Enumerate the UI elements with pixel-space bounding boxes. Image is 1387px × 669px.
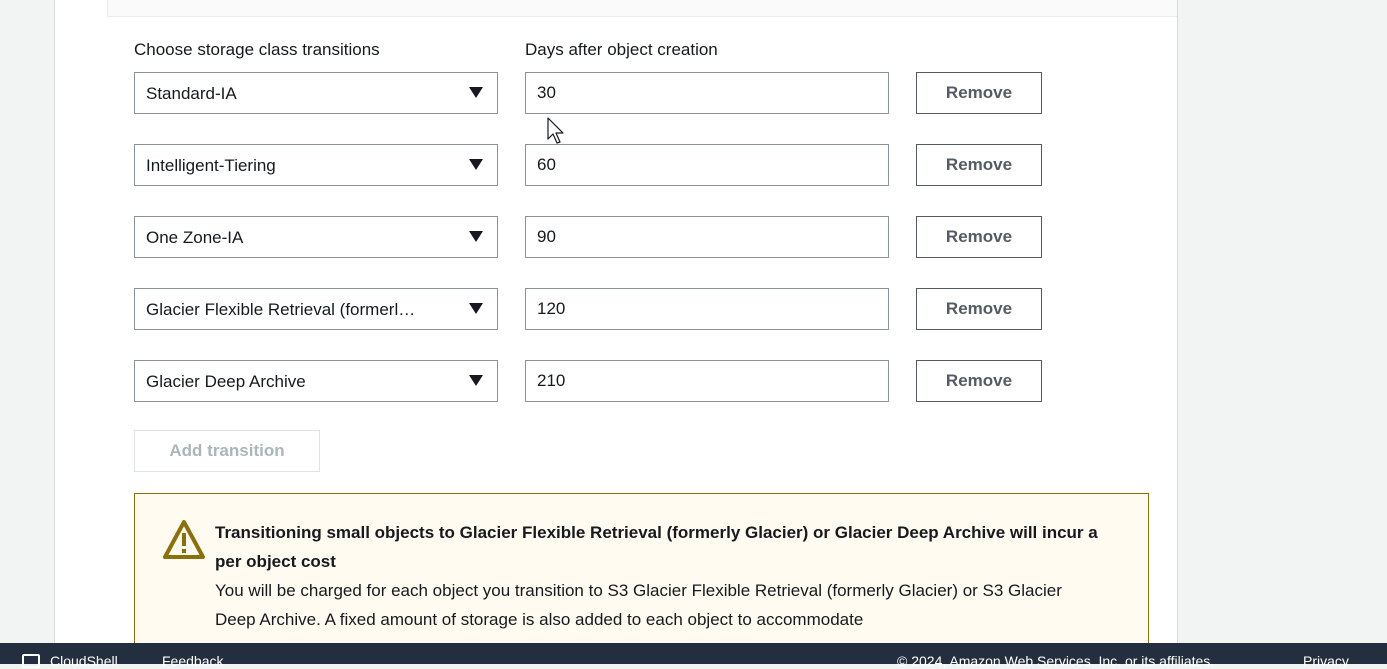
privacy-link[interactable]: Privacy bbox=[1303, 653, 1349, 669]
remove-button-3[interactable]: Remove bbox=[916, 216, 1042, 258]
storage-class-value: Intelligent-Tiering bbox=[146, 156, 276, 175]
alert-title: Transitioning small objects to Glacier F… bbox=[215, 523, 1098, 571]
storage-class-select-2[interactable]: Intelligent-Tiering bbox=[134, 144, 498, 186]
caret-down-icon bbox=[469, 303, 483, 314]
section-header-strip bbox=[107, 0, 1177, 17]
feedback-link[interactable]: Feedback bbox=[162, 653, 223, 669]
caret-down-icon bbox=[469, 375, 483, 386]
remove-button-1[interactable]: Remove bbox=[916, 72, 1042, 114]
storage-class-select-1[interactable]: Standard-IA bbox=[134, 72, 498, 114]
storage-class-select-4[interactable]: Glacier Flexible Retrieval (formerl… bbox=[134, 288, 498, 330]
caret-down-icon bbox=[469, 87, 483, 98]
days-label: Days after object creation bbox=[525, 40, 718, 59]
alert-body: You will be charged for each object you … bbox=[215, 581, 1062, 629]
days-input-2[interactable] bbox=[525, 144, 889, 186]
days-input-3[interactable] bbox=[525, 216, 889, 258]
storage-class-value: Glacier Deep Archive bbox=[146, 372, 306, 391]
cloudshell-icon[interactable] bbox=[22, 654, 40, 668]
mouse-pointer-icon bbox=[547, 117, 564, 144]
warning-icon bbox=[163, 520, 205, 559]
caret-down-icon bbox=[469, 231, 483, 242]
add-transition-button[interactable]: Add transition bbox=[134, 430, 320, 472]
storage-class-value: One Zone-IA bbox=[146, 228, 244, 247]
copyright-text: © 2024, Amazon Web Services, Inc. or its… bbox=[897, 653, 1215, 669]
remove-button-2[interactable]: Remove bbox=[916, 144, 1042, 186]
days-input-5[interactable] bbox=[525, 360, 889, 402]
storage-class-value: Glacier Flexible Retrieval (formerl… bbox=[146, 300, 416, 319]
remove-button-4[interactable]: Remove bbox=[916, 288, 1042, 330]
console-footer: CloudShell Feedback © 2024, Amazon Web S… bbox=[0, 643, 1387, 669]
days-input-1[interactable] bbox=[525, 72, 889, 114]
remove-button-5[interactable]: Remove bbox=[916, 360, 1042, 402]
storage-class-label: Choose storage class transitions bbox=[134, 40, 380, 59]
storage-class-select-5[interactable]: Glacier Deep Archive bbox=[134, 360, 498, 402]
cloudshell-link[interactable]: CloudShell bbox=[50, 653, 118, 669]
storage-class-value: Standard-IA bbox=[146, 84, 237, 103]
days-input-4[interactable] bbox=[525, 288, 889, 330]
caret-down-icon bbox=[469, 159, 483, 170]
storage-class-select-3[interactable]: One Zone-IA bbox=[134, 216, 498, 258]
cost-warning-alert: Transitioning small objects to Glacier F… bbox=[134, 493, 1149, 664]
